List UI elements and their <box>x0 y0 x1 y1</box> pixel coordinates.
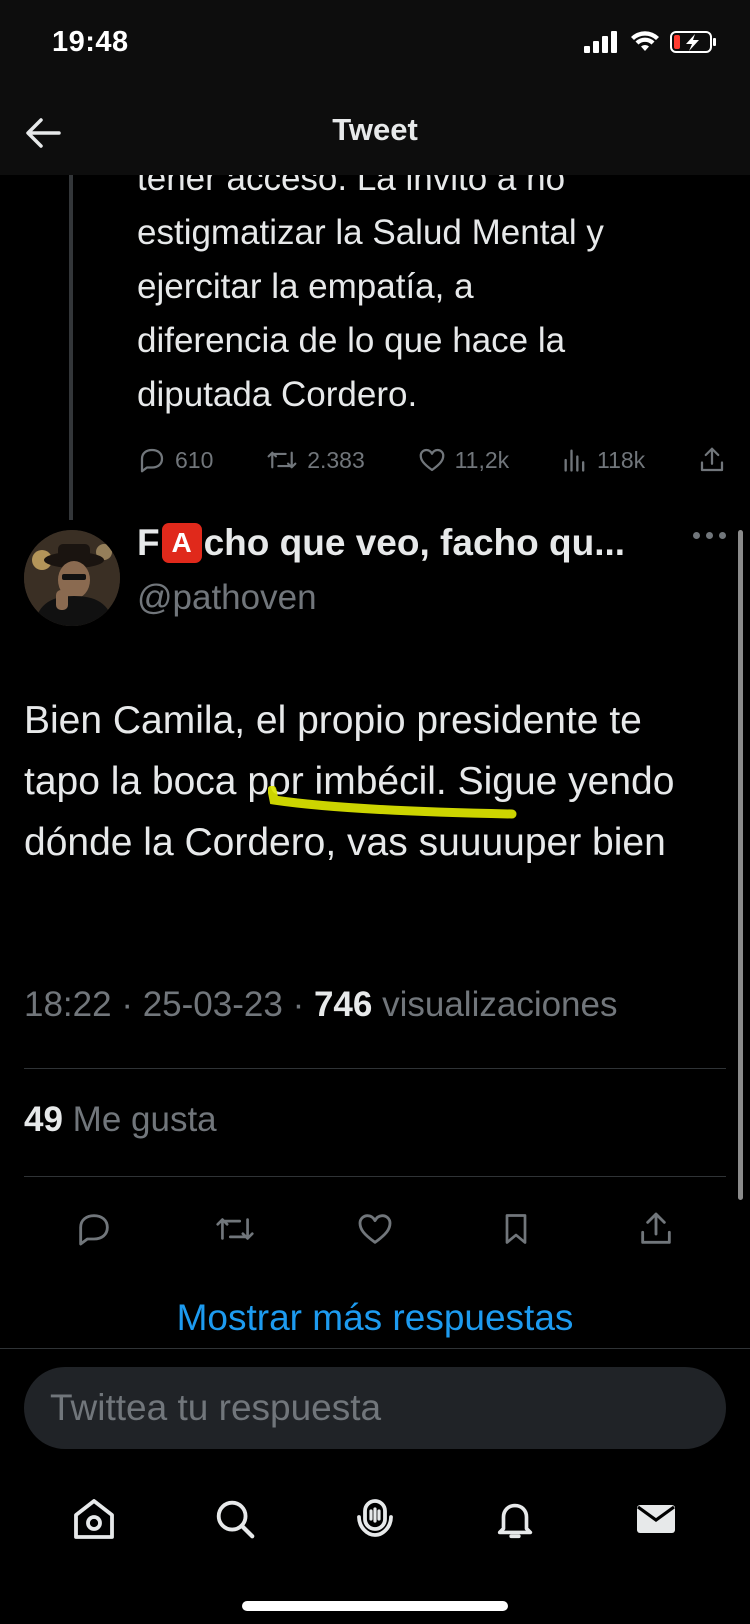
likes-label: Me gusta <box>72 1100 217 1139</box>
tab-messages[interactable] <box>626 1489 686 1549</box>
more-dot <box>719 532 726 539</box>
bell-icon <box>498 1503 533 1539</box>
bookmark-button[interactable] <box>492 1205 540 1253</box>
tweet-date: 25-03-23 <box>142 985 283 1024</box>
author-name-suffix: cho que veo, facho qu... <box>203 522 626 563</box>
avatar-image <box>24 530 120 626</box>
tab-search[interactable] <box>205 1489 265 1549</box>
yellow-highlight-mark <box>268 786 517 819</box>
share-icon <box>700 447 724 472</box>
tab-bar <box>0 1489 750 1549</box>
page-title: Tweet <box>332 112 418 147</box>
reply-button[interactable] <box>70 1205 118 1253</box>
show-more-replies-link[interactable]: Mostrar más respuestas <box>0 1297 750 1339</box>
author-name[interactable]: F A cho que veo, facho qu... <box>137 522 625 564</box>
previous-share-button[interactable] <box>697 445 727 475</box>
bottom-bar <box>0 1348 750 1624</box>
meta-separator: · <box>292 985 314 1024</box>
views-count: 746 <box>313 985 373 1024</box>
previous-retweet-button[interactable]: 2.383 <box>265 445 365 475</box>
like-button[interactable] <box>351 1205 399 1253</box>
mail-icon <box>636 1505 675 1533</box>
retweet-icon <box>267 451 297 469</box>
previous-tweet-actions: 610 2.383 11,2k 118k <box>137 440 727 480</box>
divider <box>24 1176 726 1177</box>
spaces-icon <box>357 1499 393 1537</box>
more-dot <box>706 532 713 539</box>
likes-summary[interactable]: 49 Me gusta <box>24 1100 217 1140</box>
meta-separator: · <box>121 985 143 1024</box>
previous-tweet-text: tener acceso. La invito a no estigmatiza… <box>137 152 727 422</box>
previous-views-count: 118k <box>596 446 646 473</box>
status-icons <box>584 30 718 54</box>
avatar[interactable] <box>24 530 120 626</box>
tab-spaces[interactable] <box>345 1489 405 1549</box>
a-button-emoji: A <box>161 523 202 563</box>
more-dot <box>693 532 700 539</box>
wifi-icon <box>631 31 659 51</box>
tweet-time: 18:22 <box>24 985 112 1024</box>
signal-icon <box>584 31 617 53</box>
more-options-button[interactable] <box>693 532 726 539</box>
views-label: visualizaciones <box>382 985 618 1024</box>
tweet-text: Bien Camila, el propio presidente te tap… <box>24 699 675 864</box>
previous-tweet-line: estigmatizar la Salud Mental y <box>137 213 604 252</box>
previous-tweet-line: ejercitar la empatía, a <box>137 267 474 306</box>
reply-input[interactable] <box>24 1367 726 1449</box>
previous-like-button[interactable]: 11,2k <box>417 445 510 475</box>
thread-connector-line <box>69 175 73 520</box>
tab-notifications[interactable] <box>485 1489 545 1549</box>
previous-reply-count: 610 <box>175 446 214 473</box>
previous-like-count: 11,2k <box>454 446 510 473</box>
home-indicator[interactable] <box>242 1601 508 1611</box>
bookmark-icon <box>505 1214 526 1244</box>
views-icon <box>564 449 585 472</box>
retweet-button[interactable] <box>211 1205 259 1253</box>
reply-icon <box>140 448 164 473</box>
home-icon <box>74 1499 115 1539</box>
retweet-icon <box>215 1218 254 1240</box>
scrollbar[interactable] <box>738 530 743 1200</box>
previous-tweet-line: diferencia de lo que hace la <box>137 321 566 360</box>
status-bar: 19:48 <box>0 0 750 90</box>
search-icon <box>216 1500 254 1539</box>
tab-home[interactable] <box>64 1489 124 1549</box>
tweet-actions <box>70 1205 680 1253</box>
reply-icon <box>79 1214 109 1246</box>
author-name-prefix: F <box>137 522 160 563</box>
previous-views-button[interactable]: 118k <box>561 446 645 474</box>
share-icon <box>641 1212 671 1244</box>
previous-tweet-line: diputada Cordero. <box>137 375 418 414</box>
author-handle[interactable]: @pathoven <box>137 578 317 618</box>
status-time: 19:48 <box>52 26 129 58</box>
previous-reply-button[interactable]: 610 <box>137 445 213 475</box>
like-icon <box>419 448 444 472</box>
like-icon <box>358 1214 392 1244</box>
previous-retweet-count: 2.383 <box>307 446 365 473</box>
divider <box>24 1068 726 1069</box>
battery-icon <box>670 31 716 53</box>
likes-count: 49 <box>24 1100 63 1139</box>
share-button[interactable] <box>632 1205 680 1253</box>
top-nav-bar: Tweet <box>0 90 750 175</box>
tweet-meta: 18:22 · 25-03-23 · 746 visualizaciones <box>24 985 618 1025</box>
